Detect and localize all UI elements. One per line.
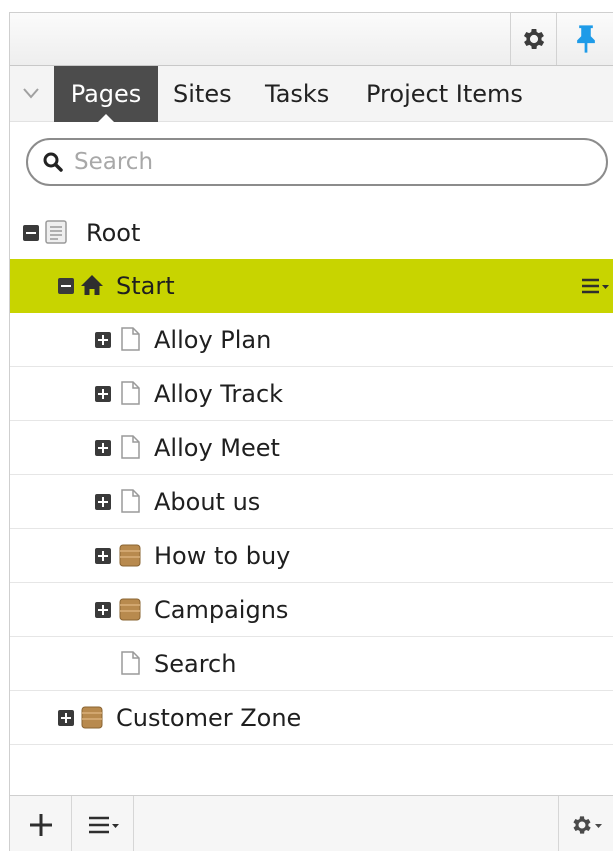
expand-icon[interactable]: [95, 548, 111, 564]
tree-node-how-to-buy[interactable]: How to buy: [10, 529, 613, 583]
search-box[interactable]: [26, 138, 608, 186]
footer-settings-button[interactable]: [558, 796, 613, 851]
expand-icon[interactable]: [95, 440, 111, 456]
expand-icon[interactable]: [95, 332, 111, 348]
page-icon: [121, 651, 140, 675]
tree-node-search[interactable]: Search: [10, 637, 613, 691]
expand-icon[interactable]: [95, 494, 111, 510]
tree-node-label: Alloy Track: [154, 380, 284, 408]
tab-tasks[interactable]: Tasks: [257, 66, 337, 122]
container-icon: [119, 544, 141, 567]
gear-icon: [523, 28, 544, 50]
pin-button[interactable]: [556, 13, 613, 65]
tab-bar: Pages Sites Tasks Project Items: [10, 66, 613, 123]
tree-node-about-us[interactable]: About us: [10, 475, 613, 529]
plus-icon: [29, 813, 52, 836]
pin-icon: [576, 25, 595, 53]
chevron-down-icon[interactable]: [22, 84, 40, 102]
tree-node-label: About us: [154, 488, 261, 516]
add-button[interactable]: [10, 796, 72, 851]
tree-node-campaigns[interactable]: Campaigns: [10, 583, 613, 637]
tree-node-label: Search: [154, 650, 237, 678]
tree-node-alloy-track[interactable]: Alloy Track: [10, 367, 613, 421]
page-icon: [121, 489, 140, 513]
collapse-icon[interactable]: [58, 278, 74, 294]
container-icon: [81, 706, 103, 729]
tree-node-alloy-plan[interactable]: Alloy Plan: [10, 313, 613, 367]
expand-icon[interactable]: [58, 710, 74, 726]
tree-node-label: Start: [116, 272, 175, 300]
navigation-pane: Pages Sites Tasks Project Items Root: [9, 12, 613, 851]
tree-node-label: Alloy Plan: [154, 326, 272, 354]
tree-node-root[interactable]: Root: [10, 207, 613, 259]
tab-project-items[interactable]: Project Items: [358, 66, 531, 122]
tree-node-customer-zone[interactable]: Customer Zone: [10, 691, 613, 745]
settings-button[interactable]: [510, 13, 556, 65]
tab-sites[interactable]: Sites: [165, 66, 240, 122]
menu-icon: [88, 816, 119, 833]
home-icon: [81, 275, 103, 295]
expand-icon[interactable]: [95, 602, 111, 618]
page-icon: [121, 381, 140, 405]
tree-node-label: Campaigns: [154, 596, 289, 624]
list-menu-button[interactable]: [72, 796, 134, 851]
tab-pages[interactable]: Pages: [54, 66, 158, 123]
gear-icon: [572, 815, 602, 834]
expand-icon[interactable]: [95, 386, 111, 402]
tree-node-label: Root: [86, 219, 141, 247]
tree-node-alloy-meet[interactable]: Alloy Meet: [10, 421, 613, 475]
collapse-icon[interactable]: [23, 225, 39, 241]
tree-node-start[interactable]: Start: [10, 259, 613, 313]
page-tree: Root Start Alloy Plan Alloy Track Alloy …: [10, 207, 613, 745]
pane-toolbar: [10, 13, 613, 66]
page-icon: [121, 435, 140, 459]
container-icon: [119, 598, 141, 621]
tree-node-label: Alloy Meet: [154, 434, 280, 462]
search-input[interactable]: [74, 149, 574, 175]
root-page-icon: [45, 220, 67, 244]
page-icon: [121, 327, 140, 351]
search-icon: [43, 152, 63, 172]
tree-node-label: Customer Zone: [116, 704, 302, 732]
tree-node-label: How to buy: [154, 542, 291, 570]
context-menu-icon[interactable]: [580, 274, 610, 298]
pane-footer: [10, 795, 613, 851]
